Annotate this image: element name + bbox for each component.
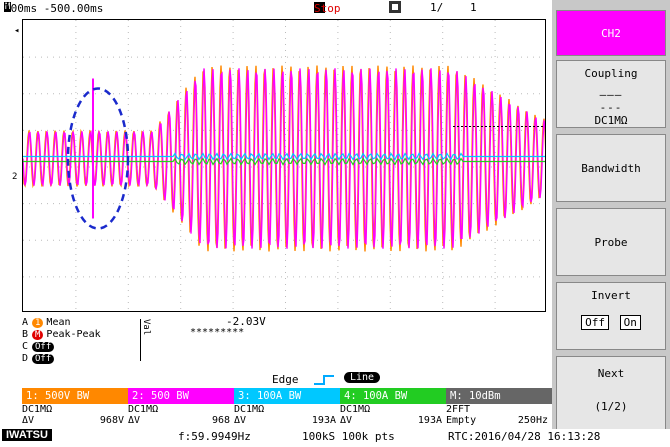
channel-values-3: DC1MΩ ΔV 193A [234, 404, 336, 426]
acquire-count: 1 [470, 1, 477, 14]
channel-values-1: DC1MΩ ΔV 968V [22, 404, 124, 426]
val-label: Val [140, 319, 151, 361]
measure-tag: Off [32, 354, 55, 364]
channel-label-2[interactable]: 2: 500 BW [128, 388, 234, 404]
invert-toggle[interactable]: Off On [557, 315, 665, 330]
channel-label-5[interactable]: M: 10dBm [446, 388, 552, 404]
page-indicator: 1/ [430, 1, 444, 14]
channel-bar: 1: 500V BW 2: 500 BW 3: 100A BW 4: 100A BW M… [22, 388, 552, 404]
measure-value-2: ********* [190, 327, 245, 338]
freq-counter: f:59.9949Hz [178, 430, 251, 443]
status-bar: M 100ms -500.00ms Stop 1/ 1 [0, 0, 552, 18]
record-icon [388, 0, 402, 17]
ch2-marker: 2 [12, 172, 18, 182]
channel-values-5: 2FFT Empty 250Hz [446, 404, 548, 426]
measure-tag: 1 [32, 318, 44, 328]
brand-logo: IWATSU [2, 429, 52, 441]
channel-label-4[interactable]: 4: 100A BW [340, 388, 446, 404]
footer: IWATSU f:59.9949Hz 100kS 100k pts RTC:20… [0, 429, 670, 447]
trigger-source-badge: Line [344, 372, 381, 383]
channel-values-2: DC1MΩ ΔV 968 [128, 404, 230, 426]
stop-label: Stop [314, 2, 341, 15]
rtc-clock: RTC:2016/04/28 16:13:28 [448, 430, 601, 443]
measure-label: Peak-Peak [46, 329, 101, 340]
measure-tag: Off [32, 342, 55, 352]
trigger-pos-icon: ◂ [14, 26, 20, 36]
channel-values-4: DC1MΩ ΔV 193A [340, 404, 442, 426]
measure-row: B M Peak-Peak [22, 329, 101, 340]
trigger-edge: Edge [272, 373, 299, 386]
rising-edge-icon [314, 375, 334, 385]
waveform-graph [23, 20, 545, 309]
measure-label: Mean [46, 317, 71, 328]
trigger-info: Edge Line [272, 372, 432, 387]
invert-on[interactable]: On [619, 315, 641, 330]
sample-rate: 100kS 100k pts [302, 430, 395, 443]
measure-row: D Off [22, 353, 57, 365]
bandwidth-button[interactable]: Bandwidth [556, 134, 666, 202]
channel-values: DC1MΩ ΔV 968V DC1MΩ ΔV 968 DC1MΩ ΔV 193A DC1MΩ ΔV 1… [22, 404, 552, 428]
channel-markers: ◂ 2 [4, 20, 20, 310]
next-button[interactable]: Next (1/2) [556, 356, 666, 434]
ch2-trace [23, 68, 545, 249]
measurement-area: A 1 Mean B M Peak-Peak C Off D Off Val -2.03V ***… [22, 313, 552, 371]
ch2-menu-header[interactable]: CH2 [556, 10, 666, 56]
probe-button[interactable]: Probe [556, 208, 666, 276]
soft-menu-panel: CH2 Coupling ––– --- DC1MΩ Bandwidth Prob… [552, 0, 670, 447]
channel-label-3[interactable]: 3: 100A BW [234, 388, 340, 404]
coupling-button[interactable]: Coupling ––– --- DC1MΩ [556, 60, 666, 128]
measure-tag: M [32, 330, 44, 340]
invert-button[interactable]: Invert Off On [556, 282, 666, 350]
measure-row: A 1 Mean [22, 317, 71, 328]
invert-off[interactable]: Off [581, 315, 609, 330]
coupling-icon: ––– --- [599, 88, 623, 114]
waveform-display[interactable] [22, 19, 546, 312]
measure-row: C Off [22, 341, 57, 353]
channel-label-1[interactable]: 1: 500V BW [22, 388, 128, 404]
